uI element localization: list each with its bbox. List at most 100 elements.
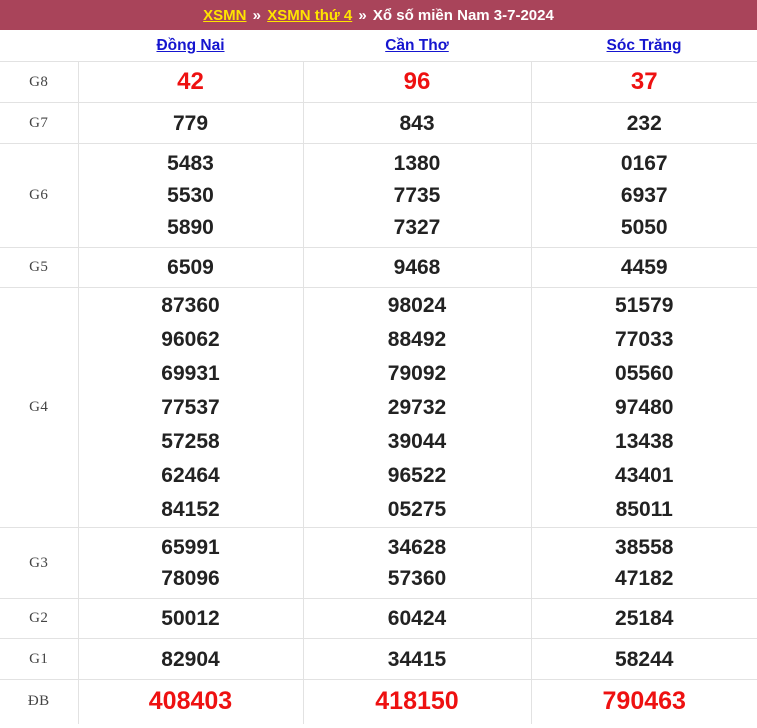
number-stack: 87360 96062 69931 77537 57258 62464 84152 [79,289,303,527]
prize-label: G8 [0,61,79,103]
prize-number: 62464 [161,464,220,487]
prize-number: 232 [626,111,662,135]
number-stack: 51579 77033 05560 97480 13438 43401 85011 [532,289,757,527]
prize-cell: 1380 7735 7327 [302,143,532,248]
prize-label: G7 [0,102,79,144]
breadcrumb-link-xsmn-thu-4[interactable]: XSMN thứ 4 [267,7,352,24]
prize-number: 7327 [393,216,441,239]
prize-cell: 779 [77,102,304,144]
prize-number: 5050 [620,216,668,239]
number-stack: 42 [79,70,303,94]
prize-number: 4459 [620,256,668,279]
number-stack: 25184 [532,608,757,629]
prize-cell: 34415 [302,638,532,680]
prize-number: 6509 [167,256,214,279]
province-link-can-tho[interactable]: Cần Thơ [385,37,449,55]
province-header-cell-2: Cần Thơ [303,30,531,61]
prize-label: G2 [0,598,79,639]
prize-number: 779 [172,111,209,135]
prize-cell: 25184 [530,598,757,639]
number-stack: 65991 78096 [79,532,303,594]
prize-number: 98024 [387,294,447,317]
prize-cell: 58244 [530,638,757,680]
number-stack: 58244 [532,649,757,670]
province-header-row: Đồng Nai Cần Thơ Sóc Trăng [0,30,757,61]
prize-number: 42 [177,68,204,95]
prize-cell: 51579 77033 05560 97480 13438 43401 85011 [530,287,757,528]
prize-number: 408403 [148,687,233,716]
prize-row: G5 6509 9468 4459 [0,247,757,288]
number-stack: 34415 [304,649,531,670]
prize-cell: 50012 [77,598,304,639]
number-stack: 0167 6937 5050 [532,148,757,244]
prize-number: 25184 [615,607,674,630]
number-stack: 790463 [532,689,757,714]
prize-number: 87360 [161,294,220,317]
province-link-soc-trang[interactable]: Sóc Trăng [607,37,682,55]
prize-cell: 408403 [77,679,304,724]
prize-number: 88492 [387,328,447,351]
prize-number: 58244 [615,647,674,671]
number-stack: 60424 [304,608,531,629]
prize-number: 05560 [615,362,674,385]
prize-row: G8 42 96 37 [0,61,757,103]
number-stack: 82904 [79,649,303,670]
page-title: Xổ số miền Nam 3-7-2024 [372,6,554,24]
prize-number: 843 [399,111,435,135]
number-stack: 6509 [79,257,303,278]
prize-number: 65991 [161,536,220,559]
prize-cell: 5483 5530 5890 [77,143,304,248]
prize-number: 60424 [387,607,447,630]
prize-number: 13438 [615,430,674,453]
prize-number: 57360 [387,567,447,590]
prize-cell: 232 [530,102,757,144]
number-stack: 98024 88492 79092 29732 39044 96522 05275 [304,289,531,527]
prize-number: 418150 [375,687,459,716]
province-header-cell-3: Sóc Trăng [531,30,757,61]
prize-cell: 6509 [77,247,304,288]
number-stack: 5483 5530 5890 [79,148,303,244]
prize-number: 34415 [387,647,447,671]
prize-number: 85011 [615,498,673,521]
prize-number: 78096 [161,567,220,590]
prize-number: 0167 [620,152,668,175]
prize-number: 96062 [161,328,220,351]
prize-cell: 4459 [530,247,757,288]
prize-number: 1380 [393,152,441,175]
prize-number: 790463 [602,687,686,716]
prize-number: 6937 [620,184,668,207]
prize-cell: 790463 [530,679,757,724]
lottery-results-table: G8 42 96 37 G7 779 843 232 G6 5483 5530 5890 1380 773… [0,61,757,724]
prize-cell: 843 [302,102,532,144]
number-stack: 9468 [304,257,531,278]
number-stack: 50012 [79,608,303,629]
prize-number: 50012 [161,607,220,630]
prize-number: 5890 [167,216,214,239]
prize-number: 34628 [387,536,447,559]
prize-number: 96522 [387,464,447,487]
province-header-spacer [0,30,78,61]
prize-cell: 96 [302,61,532,103]
province-link-dong-nai[interactable]: Đồng Nai [156,37,224,55]
prize-cell: 37 [530,61,757,103]
prize-number: 5530 [167,184,214,207]
prize-number: 29732 [387,396,447,419]
prize-row: ĐB 408403 418150 790463 [0,679,757,724]
prize-number: 77537 [161,396,220,419]
prize-row: G4 87360 96062 69931 77537 57258 62464 84152 980… [0,287,757,528]
prize-row: G2 50012 60424 25184 [0,598,757,639]
prize-cell: 82904 [77,638,304,680]
prize-number: 43401 [615,464,674,487]
number-stack: 4459 [532,257,757,278]
breadcrumb-link-xsmn[interactable]: XSMN [203,7,246,24]
prize-label: G6 [0,143,79,248]
prize-label: G4 [0,287,79,528]
number-stack: 34628 57360 [304,532,531,594]
prize-number: 69931 [161,362,220,385]
prize-label: ĐB [0,679,79,724]
prize-number: 37 [630,68,658,95]
prize-number: 77033 [615,328,674,351]
number-stack: 37 [532,70,757,94]
prize-number: 38558 [615,536,674,559]
number-stack: 408403 [79,689,303,714]
